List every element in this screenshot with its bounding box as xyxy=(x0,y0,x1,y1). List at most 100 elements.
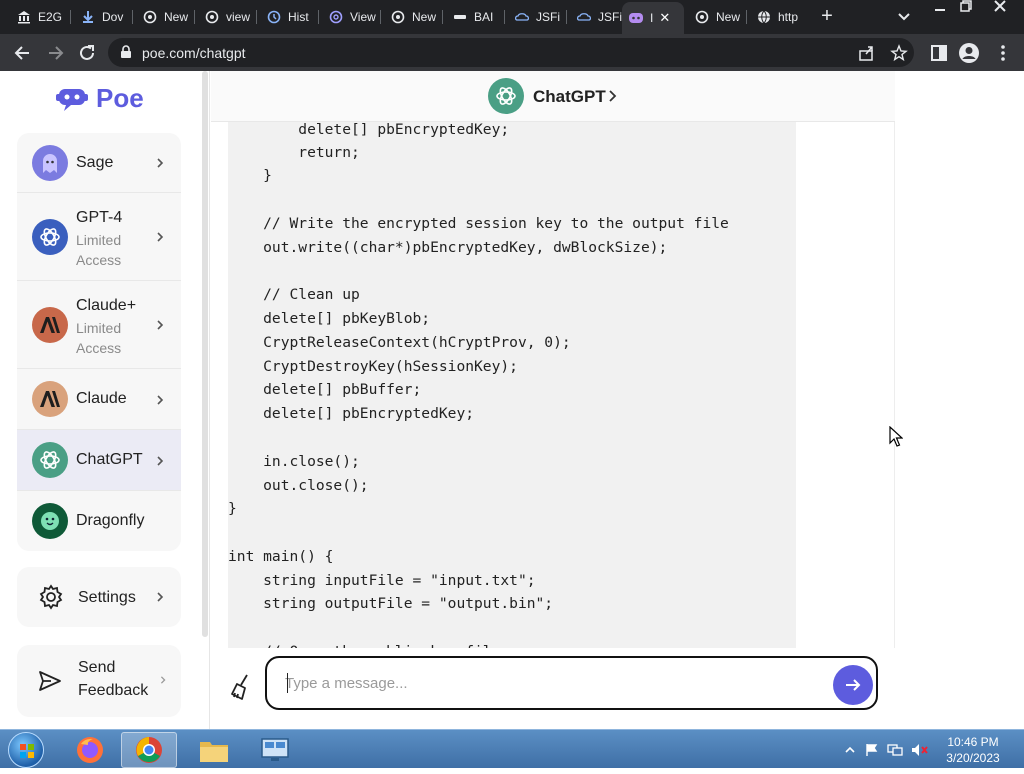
tab-new-2[interactable]: New xyxy=(384,5,440,29)
poe-icon xyxy=(628,10,644,26)
sidebar-item-chatgpt[interactable]: ChatGPT xyxy=(17,430,181,491)
tab-label: Hist xyxy=(288,10,309,24)
anthropic-icon xyxy=(32,381,68,417)
message-input[interactable] xyxy=(285,672,805,694)
browser-tab-strip: E2G Dov New view Hist View New BAI JSFi xyxy=(0,0,1024,34)
chevron-right-icon xyxy=(157,320,164,330)
send-button[interactable] xyxy=(833,665,873,705)
openai-icon xyxy=(32,219,68,255)
broom-clear-context-icon[interactable] xyxy=(229,673,255,701)
tab-e2g[interactable]: E2G xyxy=(10,5,68,29)
tab-label: BAI xyxy=(474,10,494,24)
tab-view-1[interactable]: view xyxy=(198,5,254,29)
tab-label: JSFi xyxy=(598,10,622,24)
network-icon[interactable] xyxy=(887,743,903,757)
chevron-right-icon xyxy=(157,395,164,405)
chat-panel: ChatGPT delete[] pbEncryptedKey; return;… xyxy=(211,71,895,729)
back-icon[interactable] xyxy=(12,42,34,64)
bookmark-star-icon[interactable] xyxy=(890,44,908,62)
close-window-icon[interactable] xyxy=(982,0,1018,18)
tab-new-3[interactable]: New xyxy=(688,5,744,29)
bot-name: Claude+ xyxy=(76,297,137,314)
history-icon xyxy=(266,9,282,25)
sidebar-item-sage[interactable]: Sage xyxy=(17,133,181,193)
code-line: // Open the public key file xyxy=(228,640,500,648)
tab-http[interactable]: http xyxy=(750,5,802,29)
forward-icon[interactable] xyxy=(44,42,66,64)
show-hidden-icons-icon[interactable] xyxy=(845,745,855,755)
tab-new-1[interactable]: New xyxy=(136,5,192,29)
openai-icon xyxy=(32,442,68,478)
new-tab-button[interactable]: + xyxy=(817,6,837,26)
system-tray xyxy=(845,742,929,758)
windows-logo-icon xyxy=(20,744,34,758)
message-composer xyxy=(211,648,895,729)
code-line: delete[] pbKeyBlob; xyxy=(228,310,431,327)
taskbar-clock[interactable]: 10:46 PM 3/20/2023 xyxy=(940,734,1006,766)
tab-poe-active[interactable]: I ✕ xyxy=(622,2,684,34)
action-center-flag-icon[interactable] xyxy=(865,743,879,757)
sidebar-item-dragonfly[interactable]: Dragonfly xyxy=(17,491,181,551)
tab-label: Dov xyxy=(102,10,124,24)
chat-bot-title: ChatGPT xyxy=(533,87,606,106)
poe-logo-text: Poe xyxy=(96,83,144,113)
bot-name: Sage xyxy=(76,154,114,171)
at-icon xyxy=(328,9,344,25)
anthropic-icon xyxy=(32,307,68,343)
send-feedback-button[interactable]: Send Feedback xyxy=(17,645,181,717)
bot-name: Claude xyxy=(76,390,127,407)
close-tab-icon[interactable]: ✕ xyxy=(659,10,670,26)
tab-jsfiddle-1[interactable]: JSFi xyxy=(508,5,564,29)
bot-access-status: Limited Access xyxy=(76,320,122,356)
tab-history[interactable]: Hist xyxy=(260,5,316,29)
code-block: delete[] pbEncryptedKey; return; } // Wr… xyxy=(228,122,796,648)
chevron-right-icon xyxy=(609,90,617,102)
more-menu-icon[interactable] xyxy=(992,42,1014,64)
tab-label: JSFi xyxy=(536,10,560,24)
settings-button[interactable]: Settings xyxy=(17,567,181,627)
text-caret xyxy=(287,673,288,693)
tab-view-2[interactable]: View xyxy=(322,5,378,29)
code-line: return; xyxy=(228,144,360,161)
tab-label: E2G xyxy=(38,10,63,24)
chrome-taskbar-icon[interactable] xyxy=(121,732,177,768)
file-explorer-taskbar-icon[interactable] xyxy=(186,732,242,768)
mouse-pointer-icon xyxy=(889,426,903,447)
share-icon[interactable] xyxy=(858,44,876,62)
poe-logo-icon xyxy=(56,88,88,111)
chevron-right-icon xyxy=(160,676,166,684)
firefox-taskbar-icon[interactable] xyxy=(62,732,118,768)
send-feedback-label-line1: Send xyxy=(78,659,116,676)
openai-icon xyxy=(204,9,220,25)
code-line: CryptDestroyKey(hSessionKey); xyxy=(228,358,518,375)
message-box[interactable] xyxy=(265,656,878,710)
code-line: CryptReleaseContext(hCryptProv, 0); xyxy=(228,334,571,351)
sidebar-item-claude-plus[interactable]: Claude+ Limited Access xyxy=(17,281,181,369)
code-line: out.close(); xyxy=(228,477,369,494)
tab-bai[interactable]: BAI xyxy=(446,5,502,29)
profile-avatar-icon[interactable] xyxy=(958,42,980,64)
sidebar-item-gpt-4[interactable]: GPT-4 Limited Access xyxy=(17,193,181,281)
tab-jsfiddle-2[interactable]: JSFi xyxy=(570,5,622,29)
remote-desktop-taskbar-icon[interactable] xyxy=(247,732,303,768)
restore-window-icon[interactable] xyxy=(952,0,980,18)
code-line: delete[] pbEncryptedKey; xyxy=(228,122,510,138)
reload-icon[interactable] xyxy=(76,42,98,64)
volume-muted-icon[interactable] xyxy=(911,743,929,757)
poe-page: Poe Sage GPT-4 Limited Access Claude+ Li… xyxy=(0,71,1024,729)
code-line: int main() { xyxy=(228,548,334,565)
address-bar[interactable]: poe.com/chatgpt xyxy=(108,38,914,67)
openai-icon xyxy=(694,9,710,25)
tab-search-icon[interactable] xyxy=(896,8,912,24)
tab-label: http xyxy=(778,10,799,24)
lock-icon[interactable] xyxy=(120,45,132,64)
sidebar-scrollbar[interactable] xyxy=(202,71,208,637)
windows-start-button[interactable] xyxy=(8,732,44,768)
sidebar-item-claude[interactable]: Claude xyxy=(17,369,181,430)
chat-header[interactable]: ChatGPT xyxy=(211,71,895,122)
tab-download[interactable]: Dov xyxy=(74,5,130,29)
side-panel-icon[interactable] xyxy=(928,42,950,64)
openai-icon xyxy=(390,9,406,25)
minimize-window-icon[interactable] xyxy=(926,0,954,18)
poe-logo[interactable]: Poe xyxy=(56,83,144,114)
